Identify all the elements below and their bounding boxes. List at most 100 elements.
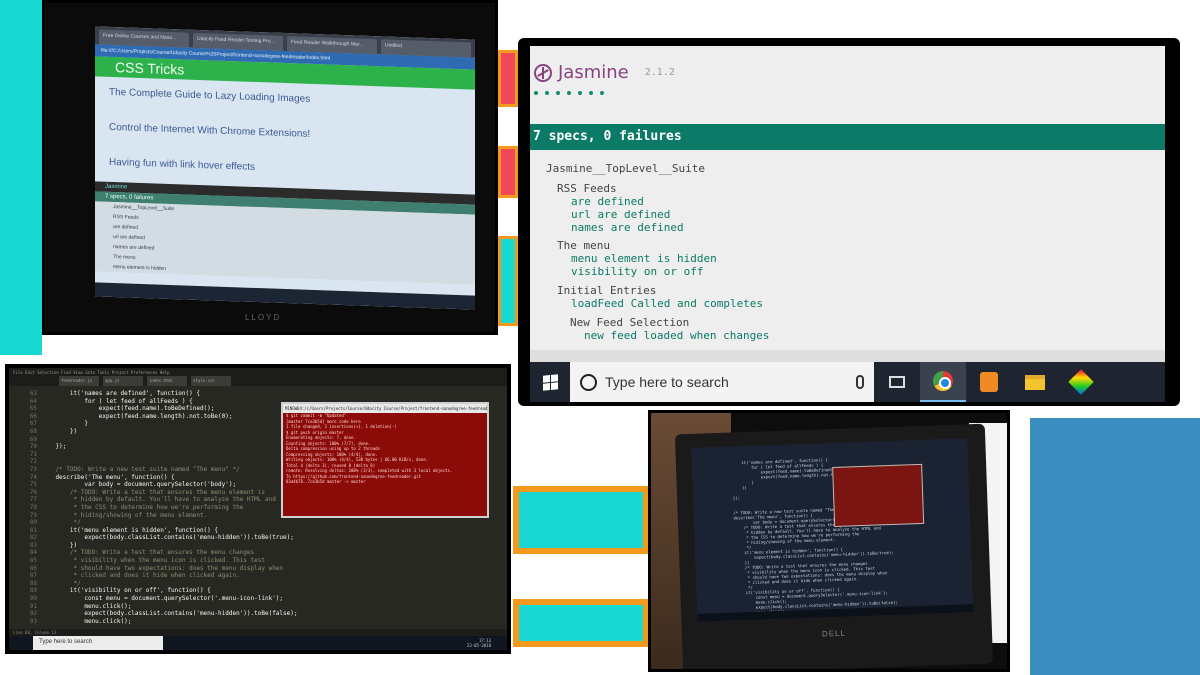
line-text: it('menu element is hidden', function() …	[41, 526, 219, 534]
line-text: * hidden by default. You'll have to anal…	[41, 496, 276, 504]
line-number: 74	[29, 473, 37, 481]
taskbar-search-box[interactable]: Type here to search	[33, 636, 163, 650]
editor-tab[interactable]: style.css	[191, 376, 231, 386]
marker-cyan	[513, 486, 649, 554]
spec-item[interactable]: new feed loaded when changes	[570, 329, 769, 342]
editor-menu-bar[interactable]: File Edit Selection Find View Goto Tools…	[9, 368, 507, 376]
terminal-title[interactable]: MINGW64:/c/Users/Projects/Course/Udacity…	[283, 404, 487, 413]
code-line: 63 it('names are defined', function() {	[9, 390, 507, 398]
line-text: */	[41, 579, 81, 587]
code-line: 84 /* TODO: Write a test that ensures th…	[9, 549, 507, 557]
jasmine-report: Jasmine 2.1.2 7 specs, 0 failures Jasmin…	[530, 46, 1165, 362]
line-text: * hiding/showing of the menu element.	[41, 511, 208, 519]
line-number: 87	[29, 572, 37, 580]
code-line: 82 expect(body.classList.contains('menu-…	[9, 534, 507, 542]
line-number: 64	[29, 397, 37, 405]
monitor-taskbar	[95, 282, 475, 310]
result-bar: 7 specs, 0 failures	[530, 124, 1165, 150]
spec-pass-dot	[578, 91, 582, 95]
line-text: menu.click();	[41, 617, 132, 625]
sublime-text-icon[interactable]	[966, 362, 1012, 402]
gitkraken-icon[interactable]	[1058, 362, 1104, 402]
suite-title[interactable]: New Feed Selection	[570, 316, 769, 329]
taskbar-search-box[interactable]: Type here to search	[570, 362, 874, 402]
code-line: 87 * clicked and does it hide when click…	[9, 572, 507, 580]
line-number: 79	[29, 511, 37, 519]
laptop-code: it('names are defined', function() { for…	[732, 457, 898, 615]
line-number: 93	[29, 617, 37, 625]
spec-item[interactable]: are defined	[557, 195, 684, 208]
task-view-icon[interactable]	[874, 362, 920, 402]
line-text: })	[41, 427, 78, 435]
monitor-photo: Free Online Courses and Nano... Udacity …	[42, 0, 498, 335]
line-number: 72	[29, 458, 37, 466]
browser-tab: Free Online Courses and Nano...	[99, 29, 189, 48]
line-number: 78	[29, 503, 37, 511]
code-line: 80 */	[9, 519, 507, 527]
line-text: describe('The menu', function() {	[41, 473, 175, 481]
line-number: 90	[29, 595, 37, 603]
suite-title[interactable]: RSS Feeds	[557, 182, 684, 195]
suite-the-menu: The menu menu element is hidden visibili…	[557, 239, 717, 278]
browser-tab: Udacity Feed Reader Testing Pro...	[193, 32, 283, 51]
editor-taskbar: Type here to search 17:13 23-05-2018	[9, 636, 507, 650]
taskbar-clock: 17:13 23-05-2018	[467, 638, 507, 648]
spec-item[interactable]: loadFeed Called and completes	[557, 297, 763, 310]
code-line: 86 * should have two expectations: does …	[9, 565, 507, 573]
spec-item[interactable]: visibility on or off	[557, 265, 717, 278]
code-line: 92 expect(body.classList.contains('menu-…	[9, 610, 507, 618]
line-number: 92	[29, 610, 37, 618]
line-text: expect(feed.name).toBeDefined();	[41, 405, 215, 413]
spec-pass-dot	[600, 91, 604, 95]
editor-tab[interactable]: app.js	[103, 376, 143, 386]
horizontal-scrollbar[interactable]	[530, 350, 1165, 362]
line-text: * the CSS to determine how we're perform…	[41, 503, 244, 511]
microphone-icon[interactable]	[856, 375, 864, 389]
editor-status-bar: Line 68, Column 13	[9, 629, 507, 636]
clock-date: 23-05-2018	[466, 643, 491, 648]
editor-tabs: feedreader.js app.js index.html style.cs…	[9, 376, 507, 386]
terminal-line: 83a4b78..7ce3b5d master -> master	[286, 479, 366, 484]
spec-item[interactable]: names are defined	[557, 221, 684, 234]
spec-pass-dot	[556, 91, 560, 95]
editor-tab[interactable]: index.html	[147, 376, 187, 386]
line-number: 81	[29, 526, 37, 534]
suite-title[interactable]: The menu	[557, 239, 717, 252]
line-number: 77	[29, 496, 37, 504]
laptop-terminal	[832, 463, 925, 527]
line-text: /* TODO: Write a test that ensures the m…	[41, 549, 255, 557]
terminal-output: $ git commit -m "Updated" [master 7ce3b5d…	[283, 413, 487, 485]
sublime-editor: File Edit Selection Find View Goto Tools…	[9, 368, 507, 650]
spec-item[interactable]: url are defined	[557, 208, 684, 221]
windows-logo-icon	[542, 373, 558, 391]
jasmine-version: 2.1.2	[644, 67, 675, 78]
line-text: * should have two expectations: does the…	[41, 564, 284, 572]
line-number: 75	[29, 481, 37, 489]
laptop-brand: DELL	[821, 628, 847, 639]
line-number: 83	[29, 541, 37, 549]
editor-tab[interactable]: feedreader.js	[59, 376, 99, 386]
laptop: it('names are defined', function() { for…	[674, 423, 994, 669]
decorative-blue-block	[1030, 418, 1200, 675]
spec-item[interactable]: menu element is hidden	[557, 252, 717, 265]
line-text: /* TODO: Write a new test suite named "T…	[41, 465, 240, 473]
line-text: for ( let feed of allFeeds ) {	[41, 397, 193, 405]
marker-cyan	[498, 236, 518, 326]
start-button[interactable]	[530, 362, 570, 402]
line-text: })	[41, 541, 78, 549]
suite-rss-feeds: RSS Feeds are defined url are defined na…	[557, 182, 684, 234]
monitor-brand: LLOYD	[245, 313, 282, 322]
marker-cyan	[513, 599, 649, 647]
top-suite-label[interactable]: Jasmine__TopLevel__Suite	[546, 162, 705, 175]
line-number: 66	[29, 412, 37, 420]
line-number: 85	[29, 557, 37, 565]
chrome-icon[interactable]	[920, 362, 966, 402]
jasmine-brand: Jasmine 2.1.2	[534, 62, 675, 83]
suite-title[interactable]: Initial Entries	[557, 284, 763, 297]
code-line: 90 const menu = document.querySelector('…	[9, 595, 507, 603]
file-explorer-icon[interactable]	[1012, 362, 1058, 402]
line-text: var body = document.querySelector('body'…	[41, 481, 237, 489]
code-line: 89 it('visibility on or off', function()…	[9, 587, 507, 595]
browser-tab: Untitled	[381, 39, 471, 58]
editor-screenshot: File Edit Selection Find View Goto Tools…	[5, 364, 511, 654]
